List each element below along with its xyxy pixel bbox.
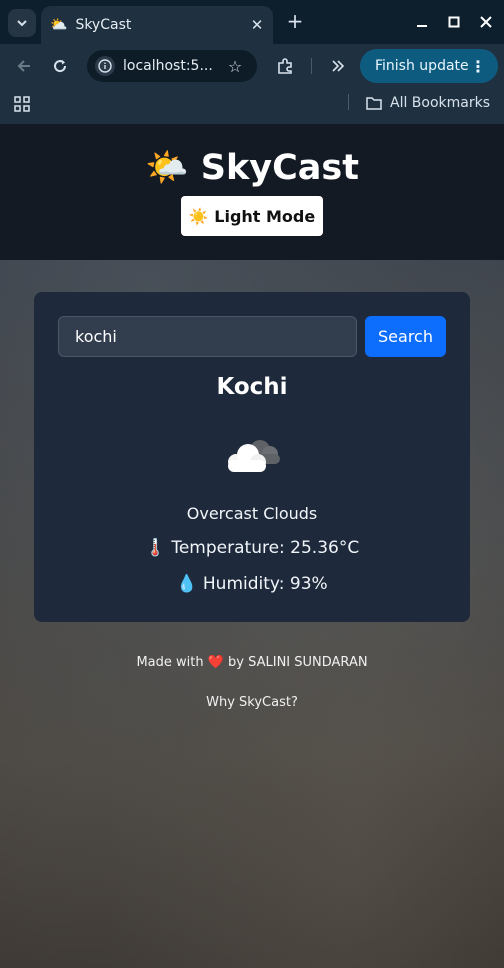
search-button[interactable]: Search <box>365 316 446 357</box>
tab-search-button[interactable] <box>8 9 36 37</box>
toolbar-divider <box>311 58 312 74</box>
close-tab-icon[interactable]: ✕ <box>245 16 269 34</box>
finish-update-button[interactable]: Finish update ⋮ <box>360 49 498 83</box>
weather-card: kochi Search Kochi Overcast Clouds 🌡️ Te… <box>34 292 470 622</box>
back-arrow-icon[interactable] <box>12 54 36 78</box>
why-skycast-link[interactable]: Why SkyCast? <box>0 695 504 710</box>
chevron-double-right-icon[interactable] <box>326 54 350 78</box>
new-tab-button[interactable]: + <box>283 10 307 34</box>
address-bar[interactable]: localhost:5... ☆ <box>87 50 257 82</box>
tab-favicon: ⛅ <box>50 17 68 33</box>
app-brand-title: 🌤️ SkyCast <box>145 148 359 188</box>
apps-grid-icon[interactable] <box>14 96 30 112</box>
footer-credit: Made with ❤️ by SALINI SUNDARAN <box>136 655 368 670</box>
finish-update-label: Finish update <box>375 58 469 74</box>
url-text: localhost:5... <box>123 58 213 74</box>
overcast-clouds-icon <box>228 440 280 472</box>
maximize-icon[interactable] <box>442 10 466 34</box>
tab-strip: ⛅ SkyCast ✕ + <box>0 0 504 44</box>
site-info-icon[interactable] <box>95 56 115 76</box>
app-header: 🌤️ SkyCast ☀️ Light Mode <box>0 124 504 260</box>
weather-description: Overcast Clouds <box>186 504 318 523</box>
reload-icon[interactable] <box>48 54 72 78</box>
all-bookmarks-label: All Bookmarks <box>390 95 491 111</box>
all-bookmarks-button[interactable]: All Bookmarks <box>366 93 490 113</box>
tab-title: SkyCast <box>75 17 132 33</box>
humidity-reading: 💧 Humidity: 93% <box>176 574 328 594</box>
page-viewport: 🌤️ SkyCast ☀️ Light Mode kochi Search Ko… <box>0 124 504 968</box>
more-vert-icon[interactable]: ⋮ <box>470 57 486 76</box>
folder-icon <box>366 97 382 110</box>
extensions-icon[interactable] <box>273 54 297 78</box>
bookmarks-divider <box>348 94 349 110</box>
bookmark-star-icon[interactable]: ☆ <box>223 57 247 76</box>
close-window-icon[interactable] <box>474 10 498 34</box>
light-mode-toggle-button[interactable]: ☀️ Light Mode <box>181 196 323 236</box>
chevron-down-icon <box>17 20 27 27</box>
temperature-reading: 🌡️ Temperature: 25.36°C <box>144 538 360 558</box>
minimize-icon[interactable] <box>410 10 434 34</box>
city-name: Kochi <box>216 374 288 400</box>
city-search-input[interactable]: kochi <box>58 316 357 357</box>
browser-tab[interactable]: ⛅ SkyCast ✕ <box>41 6 273 44</box>
